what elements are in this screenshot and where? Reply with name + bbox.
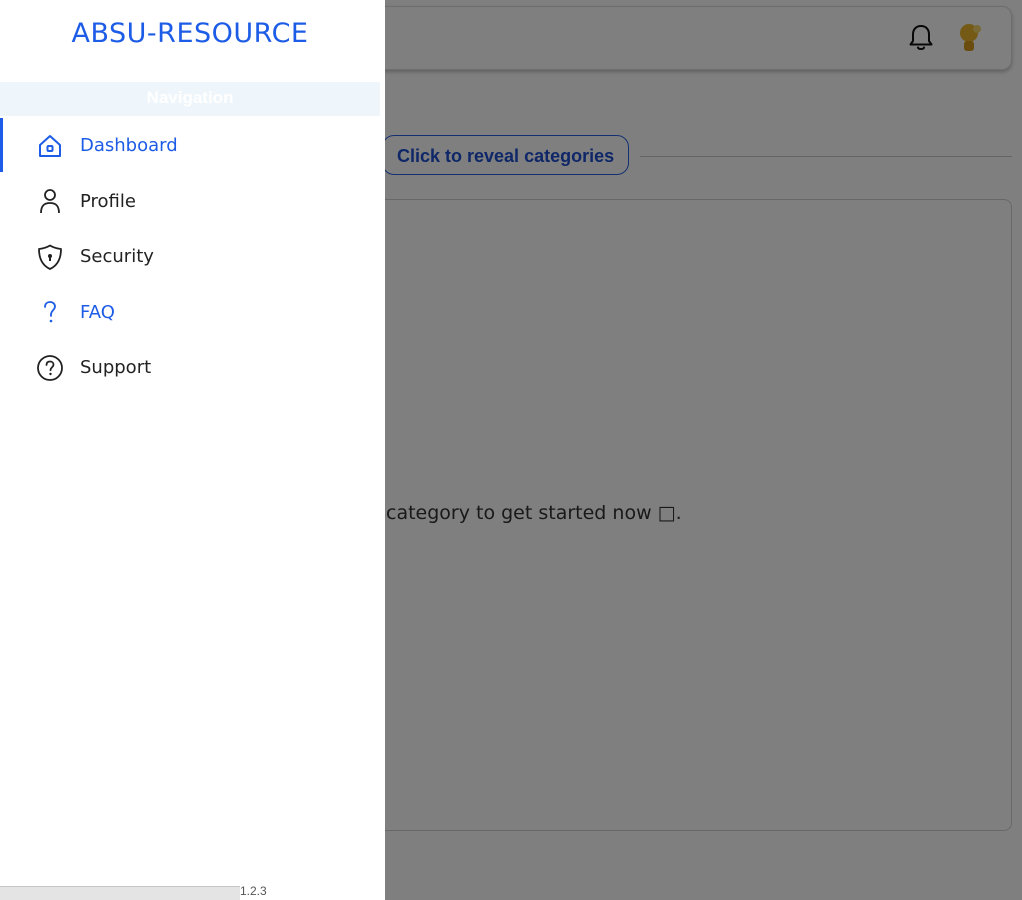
sidebar-item-label: Dashboard [80,135,178,157]
nav-list: Dashboard Profile Security FAQ Support [0,118,385,396]
sidebar-item-label: Security [80,246,154,268]
shield-icon [36,243,64,271]
sidebar-item-label: Profile [80,190,136,212]
nav-section-header: Navigation [0,82,380,116]
user-icon [36,187,64,215]
sidebar-item-faq[interactable]: FAQ [0,285,385,341]
question-mark-icon [36,298,64,326]
sidebar-drawer: ABSU-RESOURCE Navigation Dashboard Profi… [0,0,385,900]
brand-title[interactable]: ABSU-RESOURCE [0,18,380,49]
sidebar-item-dashboard[interactable]: Dashboard [0,118,385,174]
sidebar-item-profile[interactable]: Profile [0,174,385,230]
sidebar-item-label: Support [80,357,152,379]
home-icon [36,132,64,160]
sidebar-item-security[interactable]: Security [0,229,385,285]
link-status-bar [0,886,240,900]
sidebar-item-label: FAQ [80,301,115,323]
sidebar-item-support[interactable]: Support [0,340,385,396]
app-version: 1.2.3 [240,884,267,898]
help-circle-icon [36,354,64,382]
